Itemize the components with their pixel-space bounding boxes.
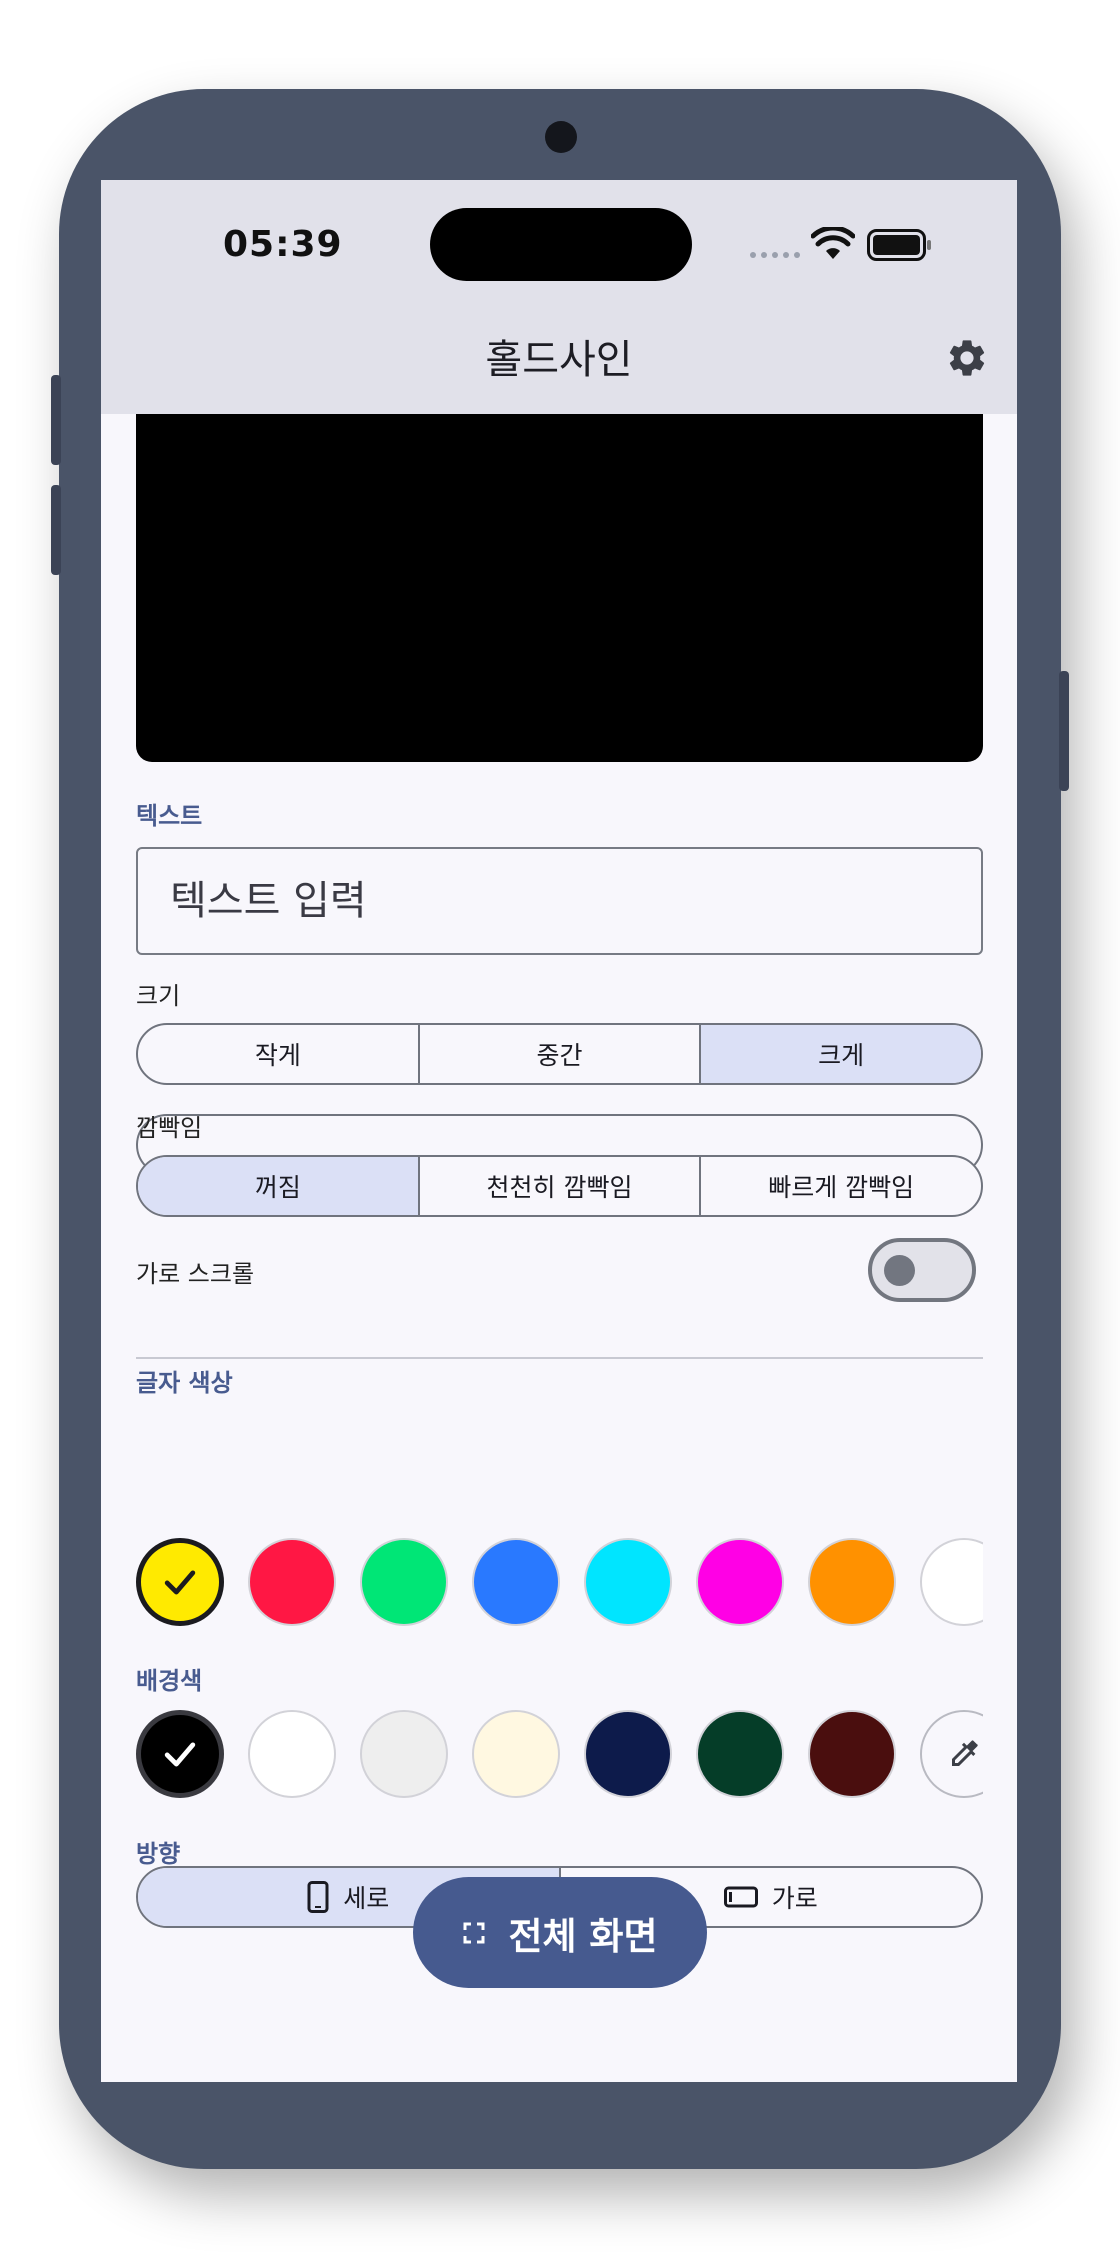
text-color-swatch[interactable] [248,1538,336,1626]
eyedropper-icon [952,1740,978,1766]
sign-preview [136,414,983,762]
power-button [1059,671,1069,791]
blink-option-slow[interactable]: 천천히 깜빡임 [417,1157,700,1215]
bg-color-custom-picker[interactable] [920,1710,983,1798]
text-color-label: 글자 색상 [136,1369,233,1397]
fullscreen-icon [463,1922,485,1943]
volume-down-button [51,485,61,575]
sign-text-input[interactable] [136,847,983,955]
blink-option-off[interactable]: 꺼짐 [138,1157,418,1215]
text-color-swatch[interactable] [136,1538,224,1626]
text-color-swatch[interactable] [696,1538,784,1626]
size-option-large[interactable]: 크게 [699,1025,981,1083]
bg-color-swatch[interactable] [696,1710,784,1798]
top-app-bar: 05:39 홀드사인 [101,180,1017,414]
landscape-phone-icon [723,1886,758,1908]
text-color-swatch[interactable] [584,1538,672,1626]
orientation-label: 방향 [136,1840,181,1868]
wifi-icon [811,227,855,259]
text-color-swatch[interactable] [920,1538,983,1626]
section-divider [136,1357,983,1359]
phone-frame: 05:39 홀드사인 텍스트 크기 [51,89,1069,2169]
fullscreen-button[interactable]: 전체 화면 [413,1877,707,1988]
blink-section-label: 깜빡임 [136,1114,203,1142]
bg-color-swatch[interactable] [584,1710,672,1798]
bg-color-swatch[interactable] [248,1710,336,1798]
blink-option-fast[interactable]: 빠르게 깜빡임 [699,1157,981,1215]
check-icon [164,1570,196,1595]
size-option-small[interactable]: 작게 [138,1025,418,1083]
portrait-phone-icon [307,1881,329,1913]
orientation-portrait-label: 세로 [343,1884,390,1913]
status-time: 05:39 [223,224,343,265]
cellular-signal-icon [750,252,800,258]
toggle-knob [884,1255,915,1286]
front-camera [545,121,577,153]
size-option-medium[interactable]: 중간 [417,1025,700,1083]
horizontal-scroll-toggle[interactable] [868,1238,976,1302]
bg-color-label: 배경색 [136,1667,203,1695]
size-section-label: 크기 [136,982,181,1010]
text-section-label: 텍스트 [136,802,203,830]
volume-up-button [51,375,61,465]
bg-color-swatch[interactable] [136,1710,224,1798]
bg-color-swatch[interactable] [808,1710,896,1798]
fullscreen-button-label: 전체 화면 [508,1914,658,1958]
gear-icon[interactable] [945,336,989,380]
battery-icon [867,229,931,261]
blink-segmented-control: 꺼짐 천천히 깜빡임 빠르게 깜빡임 [136,1155,983,1217]
bg-color-swatch[interactable] [472,1710,560,1798]
app-title: 홀드사인 [485,337,633,383]
bg-color-swatches [136,1710,983,1802]
horizontal-scroll-label: 가로 스크롤 [136,1260,255,1288]
app-screen: 05:39 홀드사인 텍스트 크기 [101,180,1017,2082]
text-color-swatches [136,1538,983,1630]
size-segmented-control: 작게 중간 크게 [136,1023,983,1085]
text-color-swatch[interactable] [360,1538,448,1626]
orientation-landscape-label: 가로 [771,1884,818,1913]
bg-color-swatch[interactable] [360,1710,448,1798]
text-color-swatch[interactable] [472,1538,560,1626]
dynamic-island [430,208,692,281]
check-icon [164,1742,196,1767]
text-color-swatch[interactable] [808,1538,896,1626]
